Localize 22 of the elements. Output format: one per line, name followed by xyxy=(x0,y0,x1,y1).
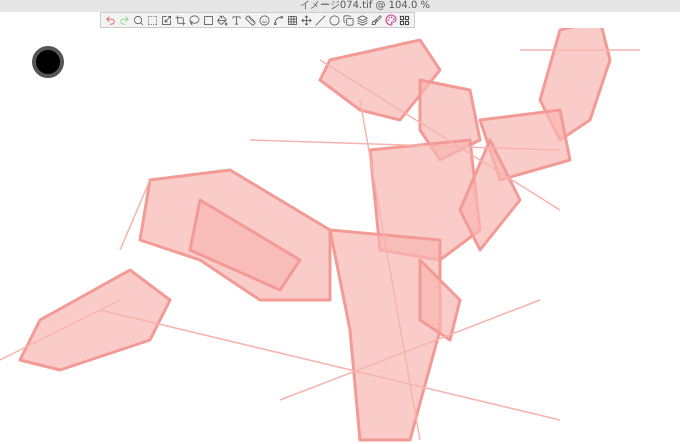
arrows-icon[interactable] xyxy=(300,14,313,26)
brush-puck-icon[interactable] xyxy=(32,46,64,78)
crop-icon[interactable] xyxy=(174,14,187,26)
transform-icon[interactable] xyxy=(160,14,173,26)
selection-icon[interactable] xyxy=(146,14,159,26)
curve-icon[interactable] xyxy=(272,14,285,26)
lasso-icon[interactable] xyxy=(188,14,201,26)
ruler-icon[interactable] xyxy=(244,14,257,26)
bucket-icon[interactable] xyxy=(216,14,229,26)
search-icon[interactable] xyxy=(132,14,145,26)
smiley-icon[interactable] xyxy=(258,14,271,26)
panels-icon[interactable] xyxy=(398,14,411,26)
text-icon[interactable] xyxy=(230,14,243,26)
layers-icon[interactable] xyxy=(356,14,369,26)
window-title: イメージ074.tif @ 104.0 % xyxy=(300,0,430,12)
brush-icon[interactable] xyxy=(370,14,383,26)
line-icon[interactable] xyxy=(314,14,327,26)
rectangle-icon[interactable] xyxy=(202,14,215,26)
grid-icon[interactable] xyxy=(286,14,299,26)
undo-icon[interactable] xyxy=(104,14,117,26)
copy-icon[interactable] xyxy=(342,14,355,26)
circle-icon[interactable] xyxy=(328,14,341,26)
